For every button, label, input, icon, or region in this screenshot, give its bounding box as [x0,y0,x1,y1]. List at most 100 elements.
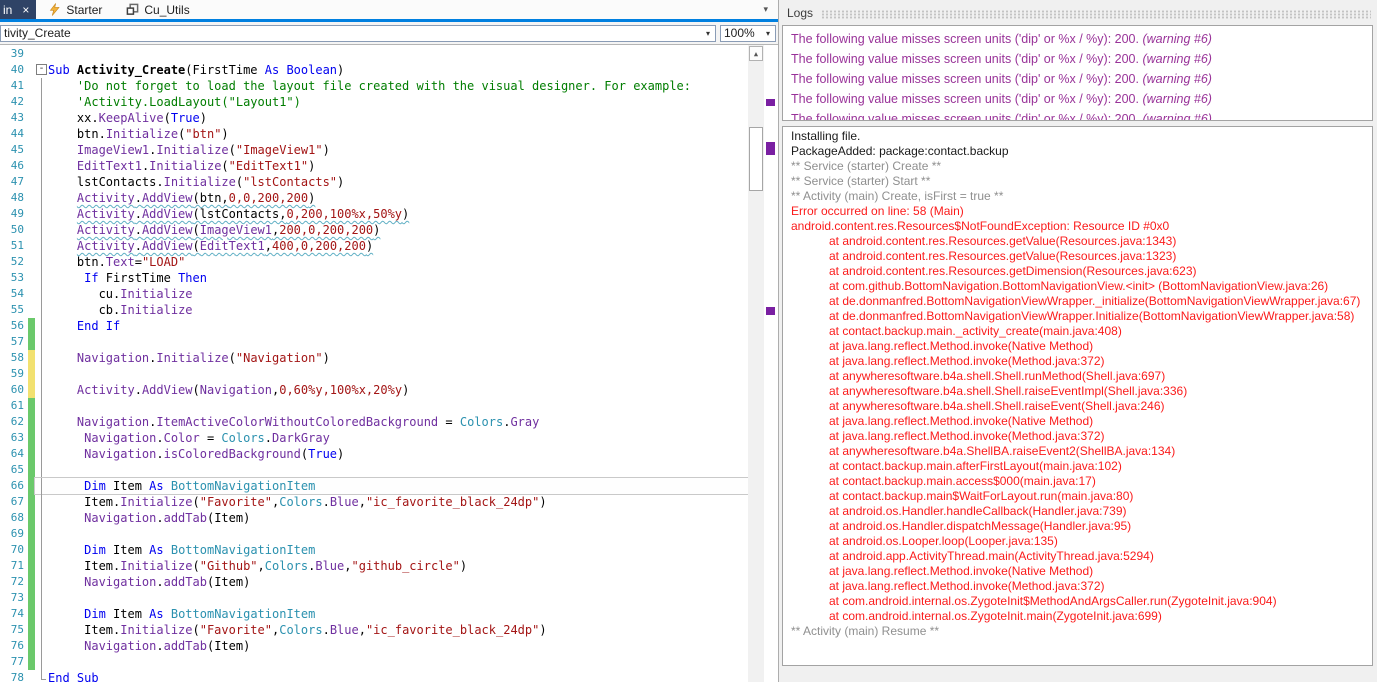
code-line[interactable]: 46 EditText1.Initialize("EditText1") [0,158,748,174]
code-text: Navigation.Color = Colors.DarkGray [84,431,330,445]
line-number: 66 [10,479,24,492]
line-number: 43 [10,111,24,124]
code-line[interactable]: 52 btn.Text="LOAD" [0,254,748,270]
module-tab-bar: in × Starter Cu_Utils ▾ [0,0,778,19]
code-line[interactable]: 67 Item.Initialize("Favorite",Colors.Blu… [0,494,748,510]
code-line[interactable]: 70 Dim Item As BottomNavigationItem [0,542,748,558]
logs-panel-header[interactable]: Logs [779,0,1377,23]
outline-guide [35,558,48,574]
code-line[interactable]: 54 cu.Initialize [0,286,748,302]
code-line[interactable]: 53 If FirstTime Then [0,270,748,286]
bookmark-marker[interactable] [766,142,775,155]
line-number: 63 [10,431,24,444]
tab-cu-utils-label: Cu_Utils [144,2,190,17]
chevron-down-icon[interactable]: ▾ [763,29,773,38]
code-line[interactable]: 65 [0,462,748,478]
outline-guide [35,478,48,494]
outline-guide [35,622,48,638]
code-text: btn.Text="LOAD" [76,255,186,269]
log-entry-error: at de.donmanfred.BottomNavigationViewWra… [829,294,1361,308]
code-text: End Sub [48,671,99,682]
collapse-toggle-icon[interactable] [35,62,48,78]
code-line[interactable]: 44 btn.Initialize("btn") [0,126,748,142]
code-line[interactable]: 43 xx.KeepAlive(True) [0,110,748,126]
code-line[interactable]: 59 [0,366,748,382]
code-line[interactable]: 60 Activity.AddView(Navigation,0,60%y,10… [0,382,748,398]
tab-list-chevron-down-icon[interactable]: ▾ [753,0,778,19]
code-line[interactable]: 47 lstContacts.Initialize("lstContacts") [0,174,748,190]
chevron-down-icon[interactable]: ▾ [703,29,713,38]
gutter-marker-unsaved [28,382,35,398]
code-line[interactable]: 42 'Activity.LoadLayout("Layout1") [0,94,748,110]
code-text: Dim Item As BottomNavigationItem [84,543,316,557]
code-line[interactable]: 63 Navigation.Color = Colors.DarkGray [0,430,748,446]
log-entry-error: at com.android.internal.os.ZygoteInit$Me… [829,594,1277,608]
outline-guide [35,494,48,510]
zoom-selector-dropdown[interactable]: 100% ▾ [720,24,776,42]
code-line[interactable]: 66 Dim Item As BottomNavigationItem [0,477,749,495]
code-line[interactable]: 68 Navigation.addTab(Item) [0,510,748,526]
code-line[interactable]: 64 Navigation.isColoredBackground(True) [0,446,748,462]
outline-guide [35,174,48,190]
code-text: btn.Initialize("btn") [76,127,229,141]
outline-guide [35,654,48,670]
sub-selector-value: tivity_Create [4,26,71,40]
logs-panel: Logs The following value misses screen u… [779,0,1377,682]
device-log-box[interactable]: Installing file. PackageAdded: package:co… [782,126,1373,666]
tab-main[interactable]: in × [0,0,37,19]
code-line[interactable]: 49 Activity.AddView(lstContacts,0,200,10… [0,206,748,222]
line-number: 46 [10,159,24,172]
code-line[interactable]: 76 Navigation.addTab(Item) [0,638,748,654]
line-number: 76 [10,639,24,652]
log-entry-error: at anywheresoftware.b4a.ShellBA.raiseEve… [829,444,1176,458]
log-entry: ** Service (starter) Create ** [791,159,942,173]
code-text: cu.Initialize [98,287,193,301]
line-number: 70 [10,543,24,556]
code-line[interactable]: 77 [0,654,748,670]
code-line[interactable]: 61 [0,398,748,414]
code-line[interactable]: 57 [0,334,748,350]
close-icon[interactable]: × [22,4,29,16]
code-line[interactable]: 39 [0,46,748,62]
code-line[interactable]: 75 Item.Initialize("Favorite",Colors.Blu… [0,622,748,638]
code-line[interactable]: 58 Navigation.Initialize("Navigation") [0,350,748,366]
outline-guide [35,542,48,558]
sub-selector-dropdown[interactable]: tivity_Create ▾ [0,24,716,42]
bookmark-marker[interactable] [766,99,775,106]
gutter-marker-saved [28,606,35,622]
code-line[interactable]: 48 Activity.AddView(btn,0,0,200,200) [0,190,748,206]
warnings-log-box[interactable]: The following value misses screen units … [782,25,1373,121]
tab-starter[interactable]: Starter [36,0,114,19]
outline-guide [35,606,48,622]
gutter-marker-saved [28,462,35,478]
code-line[interactable]: 73 [0,590,748,606]
editor-scrollbar[interactable]: ▲ [748,45,764,682]
code-line[interactable]: 71 Item.Initialize("Github",Colors.Blue,… [0,558,748,574]
line-number: 53 [10,271,24,284]
code-editor[interactable]: 39 40 Sub Activity_Create(FirstTime As Boo… [0,45,778,682]
code-line[interactable]: 62 Navigation.ItemActiveColorWithoutColo… [0,414,748,430]
code-line[interactable]: 55 cb.Initialize [0,302,748,318]
code-line[interactable]: 40 Sub Activity_Create(FirstTime As Boole… [0,62,748,78]
code-line[interactable]: 72 Navigation.addTab(Item) [0,574,748,590]
code-line[interactable]: 69 [0,526,748,542]
gutter-marker-empty [28,46,35,62]
log-entry: ** Service (starter) Start ** [791,174,931,188]
code-line[interactable]: 45 ImageView1.Initialize("ImageView1") [0,142,748,158]
code-line[interactable]: 56 End If [0,318,748,334]
code-line[interactable]: 41 'Do not forget to load the layout fil… [0,78,748,94]
scrollbar-thumb[interactable] [749,127,763,191]
code-line[interactable]: 74 Dim Item As BottomNavigationItem [0,606,748,622]
gutter-marker-saved [28,334,35,350]
code-line[interactable]: 50 Activity.AddView(ImageView1,200,0,200… [0,222,748,238]
bookmark-marker[interactable] [766,307,775,315]
gutter-marker-empty [28,110,35,126]
tab-cu-utils[interactable]: Cu_Utils [114,0,201,19]
code-text: Navigation.addTab(Item) [84,575,251,589]
scroll-up-icon[interactable]: ▲ [749,46,763,61]
code-line[interactable]: 78 End Sub [0,670,748,682]
tab-main-label: in [3,2,13,17]
code-line[interactable]: 51 Activity.AddView(EditText1,400,0,200,… [0,238,748,254]
